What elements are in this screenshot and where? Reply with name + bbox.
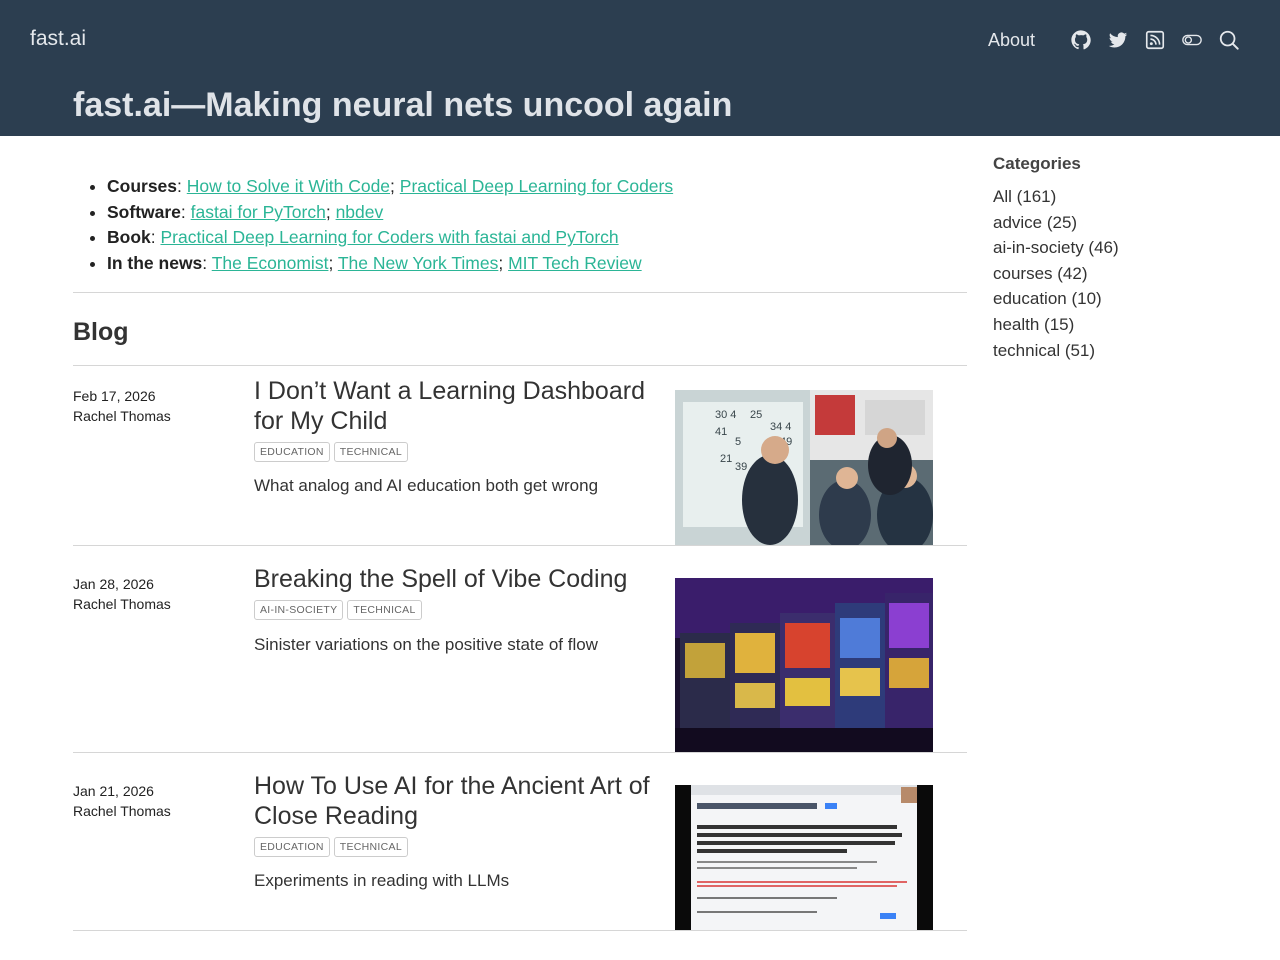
news-link[interactable]: The Economist [212,253,329,273]
category-technical[interactable]: technical (51) [993,338,1243,364]
post-title[interactable]: I Don’t Want a Learning Dashboard for My… [254,376,654,436]
svg-text:21: 21 [720,453,732,465]
svg-text:5: 5 [735,436,741,448]
news-label: In the news [107,252,203,273]
post-tags: AI-IN-SOCIETY TECHNICAL [254,600,426,620]
tag[interactable]: EDUCATION [254,442,330,462]
tag[interactable]: EDUCATION [254,837,330,857]
svg-text:30 4: 30 4 [715,409,736,421]
rss-icon[interactable] [1144,29,1166,51]
svg-text:39: 39 [735,461,747,473]
divider [73,292,967,293]
post-thumbnail[interactable]: 30 42534 4 41549 2139 [675,390,933,545]
post-date: Feb 17, 2026 [73,388,156,404]
tag[interactable]: AI-IN-SOCIETY [254,600,344,620]
news-link[interactable]: The New York Times [338,253,498,273]
site-header: fast.ai About fast.ai—Making neural nets… [0,0,1280,136]
post-thumbnail[interactable] [675,785,933,930]
post-author: Rachel Thomas [73,803,171,819]
intro-item-book: Book: Practical Deep Learning for Coders… [107,225,967,251]
post-thumbnail[interactable] [675,578,933,752]
course-link[interactable]: How to Solve it With Code [187,176,390,196]
categories-title: Categories [993,154,1081,173]
intro-item-software: Software: fastai for PyTorch; nbdev [107,200,967,226]
book-link[interactable]: Practical Deep Learning for Coders with … [160,227,618,247]
blog-heading: Blog [73,318,129,346]
tag[interactable]: TECHNICAL [347,600,422,620]
tag[interactable]: TECHNICAL [333,442,408,462]
nav-about-link[interactable]: About [988,30,1035,51]
brand-link[interactable]: fast.ai [30,27,86,51]
top-nav: About [988,26,1240,54]
categories-sidebar: Categories All (161) advice (25) ai-in-s… [993,154,1243,363]
category-ai-in-society[interactable]: ai-in-society (46) [993,235,1243,261]
divider [73,545,967,546]
category-advice[interactable]: advice (25) [993,210,1243,236]
course-link[interactable]: Practical Deep Learning for Coders [400,176,673,196]
intro-links: Courses: How to Solve it With Code; Prac… [73,174,967,276]
category-all[interactable]: All (161) [993,184,1243,210]
post-author: Rachel Thomas [73,408,171,424]
divider [73,752,967,753]
github-icon[interactable] [1070,29,1092,51]
courses-label: Courses [107,176,178,196]
svg-text:25: 25 [750,409,762,421]
post-card[interactable]: Jan 21, 2026 Rachel Thomas How To Use AI… [73,772,967,930]
post-date: Jan 28, 2026 [73,576,154,592]
software-label: Software [107,201,181,222]
category-courses[interactable]: courses (42) [993,261,1243,287]
post-title[interactable]: How To Use AI for the Ancient Art of Clo… [254,771,654,831]
svg-text:34 4: 34 4 [770,421,791,433]
search-icon[interactable] [1218,29,1240,51]
post-description: Experiments in reading with LLMs [254,871,510,890]
post-card[interactable]: Feb 17, 2026 Rachel Thomas I Don’t Want … [73,377,967,546]
post-title[interactable]: Breaking the Spell of Vibe Coding [254,564,654,594]
category-education[interactable]: education (10) [993,286,1243,312]
post-date: Jan 21, 2026 [73,783,154,799]
tag[interactable]: TECHNICAL [333,837,408,857]
software-link[interactable]: nbdev [336,202,384,222]
book-label: Book [107,227,151,248]
news-link[interactable]: MIT Tech Review [508,253,642,273]
divider [73,930,967,931]
software-link[interactable]: fastai for PyTorch [191,202,326,222]
category-health[interactable]: health (15) [993,312,1243,338]
svg-text:41: 41 [715,426,727,438]
post-author: Rachel Thomas [73,596,171,612]
post-card[interactable]: Jan 28, 2026 Rachel Thomas Breaking the … [73,565,967,752]
post-tags: EDUCATION TECHNICAL [254,837,412,857]
divider [73,365,967,366]
intro-item-news: In the news: The Economist; The New York… [107,251,967,277]
post-description: What analog and AI education both get wr… [254,476,599,495]
page-title: fast.ai—Making neural nets uncool again [73,86,733,124]
post-tags: EDUCATION TECHNICAL [254,442,412,462]
post-description: Sinister variations on the positive stat… [254,635,598,654]
intro-item-courses: Courses: How to Solve it With Code; Prac… [107,174,967,200]
twitter-icon[interactable] [1107,29,1129,51]
theme-toggle-icon[interactable] [1181,29,1203,51]
